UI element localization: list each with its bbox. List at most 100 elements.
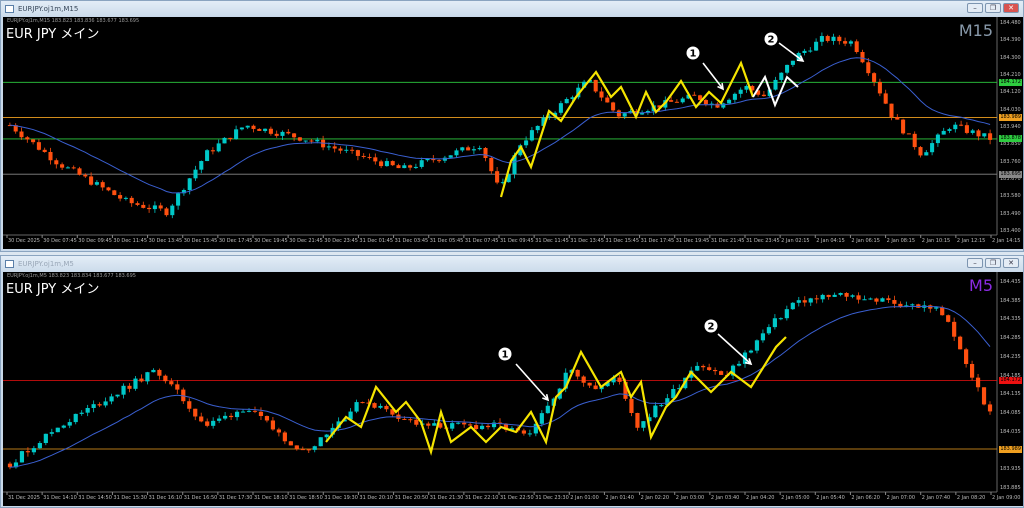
candle-body — [736, 363, 742, 366]
candle-body — [31, 139, 36, 143]
candle-body — [886, 298, 891, 301]
candle-body — [581, 376, 586, 383]
restore-button[interactable]: ❐ — [985, 3, 1001, 13]
candle-body — [471, 149, 476, 151]
candle-body — [19, 451, 25, 463]
candle-body — [674, 101, 679, 103]
close-button[interactable]: ✕ — [1003, 3, 1019, 13]
window-m15: EURJPY.oj1m,M15 – ❐ ✕ 12 EURJPY.oj1m,M15 1… — [0, 0, 1024, 252]
chart-m15[interactable]: 12 EURJPY.oj1m,M15 183.823 183.836 183.6… — [3, 17, 1023, 249]
time-tick-label: 2 Jan 02:20 — [640, 495, 670, 501]
window-title: EURJPY.oj1m,M5 — [18, 259, 74, 268]
candle-body — [199, 416, 204, 422]
candle-body — [205, 421, 210, 426]
candle-body — [158, 205, 163, 209]
candle-body — [234, 129, 239, 140]
candle-body — [456, 422, 461, 424]
restore-button[interactable]: ❐ — [985, 258, 1001, 268]
candle-body — [959, 124, 964, 126]
arrow-annotation — [778, 42, 804, 62]
time-tick-label: 31 Dec 23:45 — [746, 238, 780, 244]
price-tick-label: 184.390 — [1000, 37, 1021, 44]
candle-body — [732, 93, 737, 100]
candle-body — [802, 50, 807, 53]
candle-body — [448, 155, 453, 158]
arrow-annotation — [717, 333, 752, 365]
moving-average-line — [9, 57, 991, 194]
candle-body — [669, 100, 674, 102]
candle-body — [958, 336, 963, 350]
candle-body — [315, 139, 320, 142]
minimize-button[interactable]: – — [967, 3, 983, 13]
candle-body — [856, 295, 861, 300]
chart-window-icon — [5, 4, 14, 13]
minimize-button[interactable]: – — [967, 258, 983, 268]
candle-body — [906, 133, 911, 135]
time-tick-label: 31 Dec 13:45 — [570, 238, 604, 244]
candle-body — [187, 178, 192, 191]
candle-body — [408, 165, 413, 168]
candle-body — [483, 147, 488, 158]
candle-body — [245, 125, 250, 128]
price-tick-label: 184.300 — [1000, 54, 1021, 61]
candle-body — [868, 298, 873, 300]
candle-body — [123, 197, 128, 199]
candle-body — [60, 164, 65, 168]
price-tick-label: 184.120 — [1000, 89, 1021, 96]
candle-body — [121, 385, 126, 395]
price-tick-label: 183.885 — [1000, 485, 1021, 491]
candle-body — [970, 130, 975, 133]
candle-body — [318, 437, 323, 447]
candle-body — [223, 415, 228, 419]
time-tick-label: 31 Dec 15:45 — [605, 238, 640, 244]
candle-body — [19, 131, 24, 138]
candle-body — [147, 207, 152, 210]
price-tick-label: 184.210 — [1000, 72, 1021, 78]
candle-body — [862, 299, 867, 301]
candle-body — [193, 169, 198, 179]
candle-body — [106, 187, 111, 191]
window-title: EURJPY.oj1m,M15 — [18, 4, 79, 13]
candle-body — [593, 79, 598, 92]
candle-body — [930, 143, 935, 153]
candle-body — [575, 369, 580, 377]
window-m5: EURJPY.oj1m,M5 – ❐ ✕ 12 EURJPY.oj1m,M5 183… — [0, 255, 1024, 508]
candle-body — [61, 425, 66, 428]
candle-body — [975, 377, 981, 388]
candle-body — [139, 378, 144, 382]
marker-number: 2 — [708, 322, 715, 333]
time-tick-label: 31 Dec 07:45 — [464, 238, 499, 244]
time-tick-label: 31 Dec 18:10 — [254, 495, 288, 501]
time-tick-label: 30 Dec 21:45 — [289, 238, 323, 244]
time-tick-label: 2 Jan 12:15 — [956, 238, 986, 244]
titlebar[interactable]: EURJPY.oj1m,M15 — [1, 1, 1023, 16]
close-button[interactable]: ✕ — [1003, 258, 1019, 268]
candle-body — [115, 394, 120, 397]
candle-body — [796, 300, 801, 303]
price-tick-label: 184.480 — [1000, 20, 1021, 26]
marker-number: 1 — [690, 49, 697, 60]
candle-body — [558, 103, 563, 113]
time-tick-label: 31 Dec 16:50 — [183, 495, 218, 501]
candle-body — [141, 204, 146, 208]
candle-body — [935, 134, 940, 144]
candle-body — [372, 403, 377, 408]
time-tick-label: 31 Dec 22:10 — [464, 495, 499, 501]
time-tick-label: 30 Dec 19:45 — [254, 238, 288, 244]
time-tick-label: 30 Dec 13:45 — [148, 238, 183, 244]
candle-body — [432, 423, 437, 426]
candle-body — [77, 168, 82, 175]
price-tick-label: 183.580 — [1000, 193, 1021, 200]
candle-body — [695, 365, 700, 371]
chart-m5[interactable]: 12 EURJPY.oj1m,M5 183.823 183.834 183.67… — [3, 272, 1023, 506]
candle-body — [790, 60, 795, 65]
candle-body — [127, 385, 132, 389]
candle-body — [892, 300, 897, 304]
titlebar[interactable]: EURJPY.oj1m,M5 — [1, 256, 1023, 271]
price-level-tag: 183.878 — [999, 135, 1022, 143]
time-tick-label: 2 Jan 08:15 — [886, 238, 916, 244]
candle-body — [97, 404, 102, 406]
candle-body — [252, 410, 258, 412]
symbol-label: EUR JPY メイン — [6, 282, 100, 297]
time-tick-label: 31 Dec 11:45 — [535, 238, 569, 244]
